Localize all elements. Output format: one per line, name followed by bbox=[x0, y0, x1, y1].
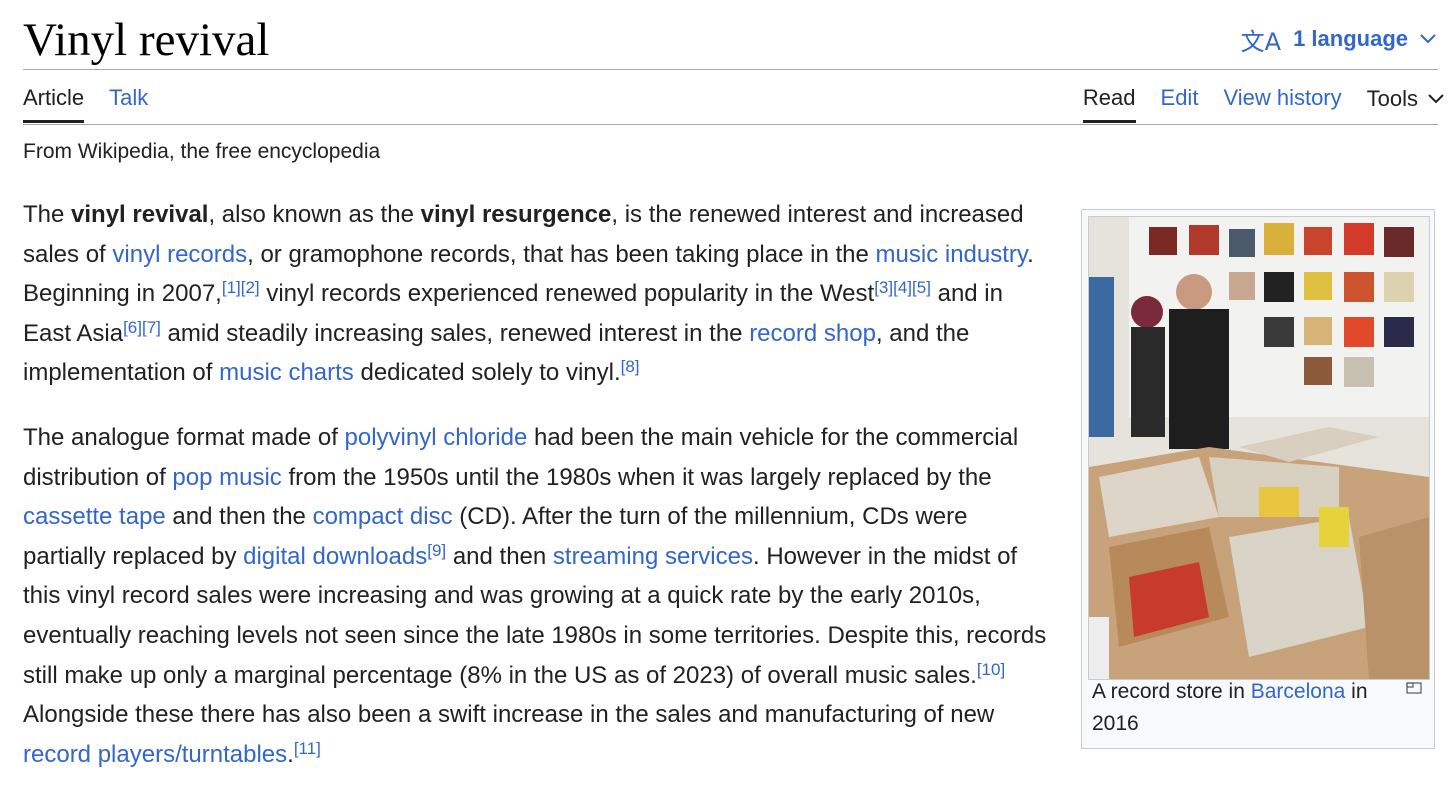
enlarge-icon[interactable] bbox=[1406, 682, 1422, 694]
link-music-industry[interactable]: music industry bbox=[876, 241, 1028, 268]
bold-term: vinyl resurgence bbox=[420, 201, 612, 228]
chevron-down-icon bbox=[1420, 34, 1436, 44]
citation-link[interactable]: [9] bbox=[427, 541, 446, 560]
link-pop-music[interactable]: pop music bbox=[172, 464, 281, 491]
text: , also known as the bbox=[208, 201, 421, 228]
link-barcelona[interactable]: Barcelona bbox=[1251, 680, 1346, 703]
citation-link[interactable]: [1] bbox=[222, 278, 241, 297]
link-record-shop[interactable]: record shop bbox=[749, 320, 876, 347]
citation-link[interactable]: [8] bbox=[621, 357, 640, 376]
citation-link[interactable]: [7] bbox=[142, 318, 161, 337]
figure-caption: A record store in Barcelona in 2016 bbox=[1092, 676, 1392, 740]
link-streaming-services[interactable]: streaming services bbox=[553, 543, 753, 570]
link-cassette-tape[interactable]: cassette tape bbox=[23, 503, 166, 530]
link-music-charts[interactable]: music charts bbox=[219, 359, 354, 386]
language-button[interactable]: 文A 1 language bbox=[1241, 22, 1436, 56]
citation-link[interactable]: [5] bbox=[912, 278, 931, 297]
citation-link[interactable]: [4] bbox=[893, 278, 912, 297]
citation-link[interactable]: [10] bbox=[977, 660, 1005, 679]
text: from the 1950s until the 1980s when it w… bbox=[281, 463, 992, 491]
text: dedicated solely to vinyl. bbox=[353, 359, 621, 387]
namespace-tabs: Article Talk bbox=[23, 84, 148, 123]
tab-edit[interactable]: Edit bbox=[1161, 84, 1199, 123]
tools-menu[interactable]: Tools bbox=[1367, 84, 1444, 123]
citation-link[interactable]: [11] bbox=[294, 739, 321, 758]
record-store-photo-illustration bbox=[1089, 217, 1429, 679]
paragraph-1: The vinyl revival, also known as the vin… bbox=[23, 195, 1048, 393]
citation-link[interactable]: [3] bbox=[874, 278, 893, 297]
figure-thumbnail: A record store in Barcelona in 2016 bbox=[1081, 209, 1435, 749]
view-tabs: Read Edit View history Tools bbox=[1082, 84, 1444, 123]
text: The bbox=[23, 201, 72, 228]
article-body: The vinyl revival, also known as the vin… bbox=[23, 195, 1048, 799]
text: and then bbox=[446, 542, 553, 570]
paragraph-2: The analogue format made of polyvinyl ch… bbox=[23, 418, 1048, 774]
tools-menu-label: Tools bbox=[1366, 85, 1418, 111]
title-divider bbox=[23, 69, 1438, 70]
citation-link[interactable]: [6] bbox=[123, 318, 142, 337]
text: . bbox=[287, 740, 294, 768]
translate-icon: 文A bbox=[1240, 27, 1282, 56]
citation-link[interactable]: [2] bbox=[241, 278, 260, 297]
text: The analogue format made of bbox=[23, 423, 345, 451]
tab-talk[interactable]: Talk bbox=[109, 84, 148, 123]
link-record-players[interactable]: record players/turntables bbox=[23, 741, 287, 768]
record-store-photo[interactable] bbox=[1088, 216, 1430, 680]
text: vinyl records experienced renewed popula… bbox=[259, 280, 875, 308]
tab-read[interactable]: Read bbox=[1082, 84, 1136, 123]
tab-article[interactable]: Article bbox=[23, 84, 85, 123]
tab-view-history[interactable]: View history bbox=[1223, 84, 1341, 123]
tabs-divider bbox=[23, 124, 1438, 125]
text: Alongside these there has also been a sw… bbox=[23, 701, 995, 729]
chevron-down-icon bbox=[1428, 93, 1444, 103]
text: and then the bbox=[165, 503, 313, 531]
bold-term: vinyl revival bbox=[71, 201, 209, 228]
page-title: Vinyl revival bbox=[23, 14, 270, 66]
text: amid steadily increasing sales, renewed … bbox=[160, 319, 750, 347]
link-vinyl-records[interactable]: vinyl records bbox=[112, 241, 247, 268]
text: , or gramophone records, that has been t… bbox=[247, 240, 876, 268]
caption-text: A record store in bbox=[1092, 680, 1251, 703]
link-compact-disc[interactable]: compact disc bbox=[313, 503, 453, 530]
link-polyvinyl-chloride[interactable]: polyvinyl chloride bbox=[345, 424, 528, 451]
site-tagline: From Wikipedia, the free encyclopedia bbox=[23, 140, 381, 163]
language-button-label: 1 language bbox=[1293, 26, 1408, 51]
link-digital-downloads[interactable]: digital downloads bbox=[243, 543, 427, 570]
